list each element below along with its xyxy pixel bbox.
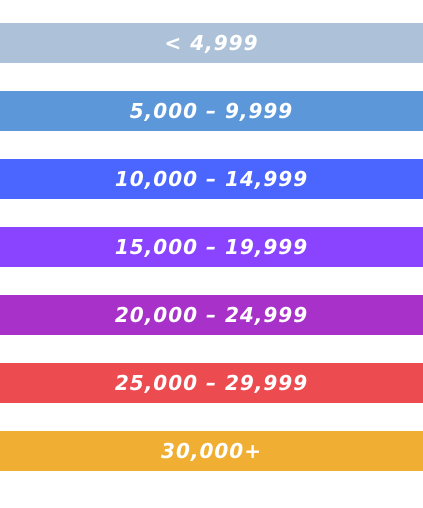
range-label: 15,000 – 19,999	[114, 235, 309, 259]
range-band-5: 20,000 – 24,999	[0, 295, 423, 335]
range-label: 5,000 – 9,999	[129, 99, 294, 123]
range-label: 10,000 – 14,999	[114, 167, 309, 191]
range-label: < 4,999	[164, 31, 259, 55]
range-band-7: 30,000+	[0, 431, 423, 471]
range-band-1: < 4,999	[0, 23, 423, 63]
range-band-6: 25,000 – 29,999	[0, 363, 423, 403]
range-band-4: 15,000 – 19,999	[0, 227, 423, 267]
range-legend: < 4,999 5,000 – 9,999 10,000 – 14,999 15…	[0, 0, 423, 508]
range-label: 30,000+	[161, 439, 262, 463]
range-label: 20,000 – 24,999	[114, 303, 309, 327]
range-label: 25,000 – 29,999	[114, 371, 309, 395]
range-band-3: 10,000 – 14,999	[0, 159, 423, 199]
range-band-2: 5,000 – 9,999	[0, 91, 423, 131]
